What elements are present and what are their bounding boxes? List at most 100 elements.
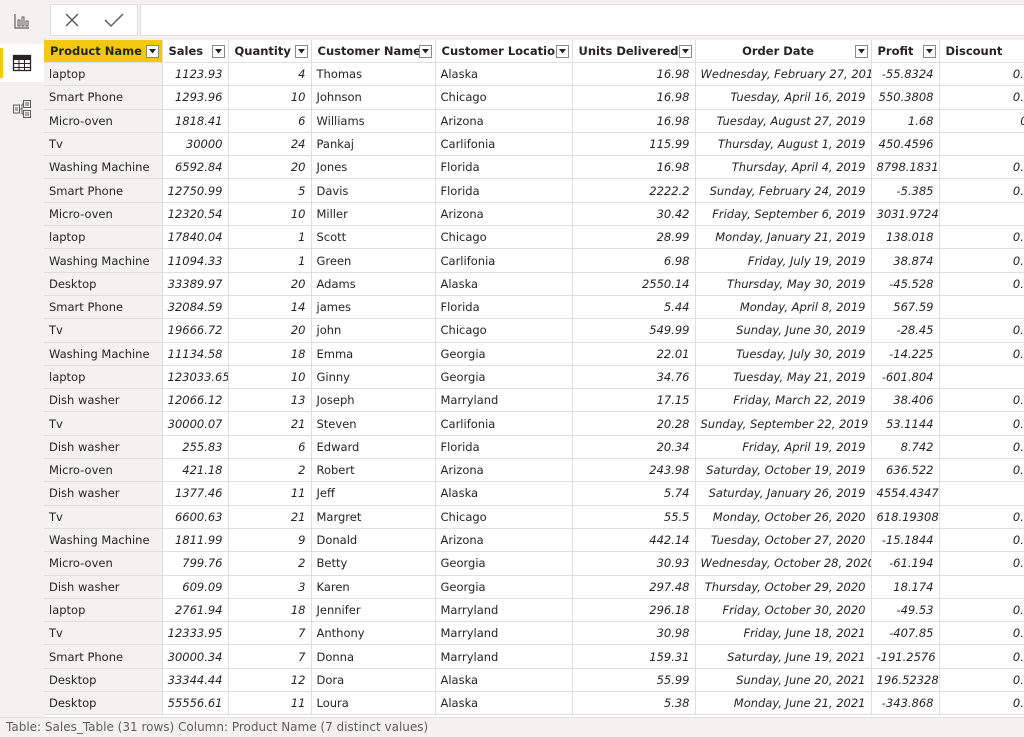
cell-discount[interactable] (939, 482, 1024, 505)
cell-customer-name[interactable]: Karen (311, 575, 435, 598)
cell-quantity[interactable]: 4 (228, 63, 311, 86)
cell-customer-name[interactable]: Jeff (311, 482, 435, 505)
cell-customer-location[interactable]: Alaska (435, 692, 572, 715)
cell-quantity[interactable]: 14 (228, 295, 311, 318)
cell-order-date[interactable]: Saturday, October 19, 2019 (695, 459, 871, 482)
cell-quantity[interactable]: 7 (228, 622, 311, 645)
cell-customer-location[interactable]: Arizona (435, 109, 572, 132)
cell-order-date[interactable]: Friday, October 30, 2020 (695, 598, 871, 621)
cell-sales[interactable]: 1293.96 (162, 86, 228, 109)
table-row[interactable]: Washing Machine1811.999DonaldArizona442.… (44, 528, 1024, 551)
cell-quantity[interactable]: 2 (228, 552, 311, 575)
cell-units-delivered[interactable]: 17.15 (572, 389, 695, 412)
cell-units-delivered[interactable]: 20.28 (572, 412, 695, 435)
column-header-customer-location[interactable]: Customer Location (435, 40, 572, 63)
cell-sales[interactable]: 1377.46 (162, 482, 228, 505)
cell-discount[interactable]: 0.08 (939, 435, 1024, 458)
cell-customer-location[interactable]: Georgia (435, 552, 572, 575)
cell-order-date[interactable]: Friday, April 19, 2019 (695, 435, 871, 458)
cell-units-delivered[interactable]: 16.98 (572, 109, 695, 132)
cell-product-name[interactable]: Washing Machine (44, 156, 162, 179)
cell-sales[interactable]: 30000 (162, 132, 228, 155)
cell-units-delivered[interactable]: 115.99 (572, 132, 695, 155)
cell-sales[interactable]: 12066.12 (162, 389, 228, 412)
cell-sales[interactable]: 17840.04 (162, 226, 228, 249)
cell-product-name[interactable]: Tv (44, 412, 162, 435)
cell-order-date[interactable]: Monday, October 26, 2020 (695, 505, 871, 528)
cell-sales[interactable]: 255.83 (162, 435, 228, 458)
cell-sales[interactable]: 12333.95 (162, 622, 228, 645)
cell-order-date[interactable]: Saturday, June 19, 2021 (695, 645, 871, 668)
table-row[interactable]: Tv30000.0721StevenCarlifonia20.28Sunday,… (44, 412, 1024, 435)
cell-product-name[interactable]: Washing Machine (44, 342, 162, 365)
cell-customer-name[interactable]: Scott (311, 226, 435, 249)
formula-bar[interactable] (140, 4, 1024, 36)
table-row[interactable]: Tv12333.957AnthonyMarryland30.98Friday, … (44, 622, 1024, 645)
cancel-button[interactable] (51, 5, 93, 35)
cell-discount[interactable]: 0.05 (939, 668, 1024, 691)
cell-quantity[interactable]: 11 (228, 692, 311, 715)
cell-customer-location[interactable]: Chicago (435, 505, 572, 528)
cell-profit[interactable]: 18.174 (871, 575, 939, 598)
report-view-button[interactable] (0, 2, 44, 40)
cell-profit[interactable]: -49.53 (871, 598, 939, 621)
filter-dropdown-button[interactable] (855, 45, 868, 58)
cell-units-delivered[interactable]: 30.98 (572, 622, 695, 645)
cell-discount[interactable]: 0.01 (939, 645, 1024, 668)
cell-profit[interactable]: 567.59 (871, 295, 939, 318)
cell-quantity[interactable]: 3 (228, 575, 311, 598)
filter-dropdown-button[interactable] (923, 45, 936, 58)
cell-sales[interactable]: 2761.94 (162, 598, 228, 621)
cell-quantity[interactable]: 13 (228, 389, 311, 412)
cell-customer-name[interactable]: Jennifer (311, 598, 435, 621)
cell-product-name[interactable]: Smart Phone (44, 645, 162, 668)
cell-profit[interactable]: -601.804 (871, 365, 939, 388)
cell-customer-name[interactable]: Johnson (311, 86, 435, 109)
cell-quantity[interactable]: 24 (228, 132, 311, 155)
cell-units-delivered[interactable]: 159.31 (572, 645, 695, 668)
cell-order-date[interactable]: Tuesday, August 27, 2019 (695, 109, 871, 132)
cell-profit[interactable]: 550.3808 (871, 86, 939, 109)
cell-customer-name[interactable]: Thomas (311, 63, 435, 86)
cell-order-date[interactable]: Thursday, August 1, 2019 (695, 132, 871, 155)
cell-customer-name[interactable]: Adams (311, 272, 435, 295)
column-header-quantity[interactable]: Quantity (228, 40, 311, 63)
table-row[interactable]: Smart Phone1293.9610JohnsonChicago16.98T… (44, 86, 1024, 109)
cell-profit[interactable]: -28.45 (871, 319, 939, 342)
cell-customer-location[interactable]: Marryland (435, 622, 572, 645)
cell-customer-location[interactable]: Alaska (435, 272, 572, 295)
table-row[interactable]: Desktop33389.9720AdamsAlaska2550.14Thurs… (44, 272, 1024, 295)
filter-dropdown-button[interactable] (679, 45, 692, 58)
cell-customer-name[interactable]: Anthony (311, 622, 435, 645)
cell-order-date[interactable]: Sunday, February 24, 2019 (695, 179, 871, 202)
table-row[interactable]: Smart Phone32084.5914jamesFlorida5.44Mon… (44, 295, 1024, 318)
table-row[interactable]: Smart Phone30000.347DonnaMarryland159.31… (44, 645, 1024, 668)
cell-sales[interactable]: 33344.44 (162, 668, 228, 691)
cell-customer-location[interactable]: Arizona (435, 459, 572, 482)
cell-profit[interactable]: 618.19308 (871, 505, 939, 528)
cell-discount[interactable]: 0.09 (939, 692, 1024, 715)
cell-discount[interactable]: 0.04 (939, 63, 1024, 86)
cell-discount[interactable]: 0.05 (939, 528, 1024, 551)
cell-units-delivered[interactable]: 6.98 (572, 249, 695, 272)
column-header-profit[interactable]: Profit (871, 40, 939, 63)
cell-profit[interactable]: -191.2576 (871, 645, 939, 668)
cell-profit[interactable]: -5.385 (871, 179, 939, 202)
cell-customer-location[interactable]: Chicago (435, 86, 572, 109)
table-row[interactable]: Dish washer255.836EdwardFlorida20.34Frid… (44, 435, 1024, 458)
cell-units-delivered[interactable]: 30.93 (572, 552, 695, 575)
cell-units-delivered[interactable]: 28.99 (572, 226, 695, 249)
cell-profit[interactable]: 636.522 (871, 459, 939, 482)
cell-profit[interactable]: -61.194 (871, 552, 939, 575)
table-row[interactable]: Micro-oven12320.5410MillerArizona30.42Fr… (44, 202, 1024, 225)
cell-sales[interactable]: 19666.72 (162, 319, 228, 342)
cell-discount[interactable]: 0.05 (939, 156, 1024, 179)
cell-customer-location[interactable]: Alaska (435, 668, 572, 691)
cell-customer-location[interactable]: Florida (435, 179, 572, 202)
table-row[interactable]: Micro-oven421.182RobertArizona243.98Satu… (44, 459, 1024, 482)
cell-discount[interactable]: 0.05 (939, 226, 1024, 249)
cell-quantity[interactable]: 20 (228, 319, 311, 342)
cell-order-date[interactable]: Monday, April 8, 2019 (695, 295, 871, 318)
cell-product-name[interactable]: Dish washer (44, 575, 162, 598)
cell-quantity[interactable]: 21 (228, 505, 311, 528)
